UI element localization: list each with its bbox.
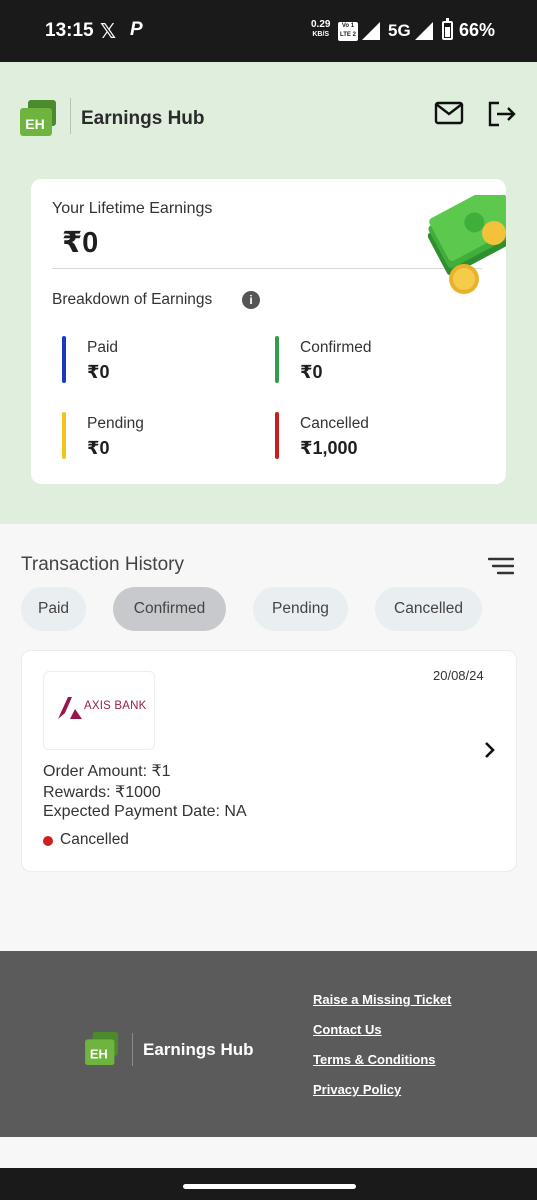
paid-value: ₹0 xyxy=(87,362,110,382)
footer-logo: EH xyxy=(85,1032,119,1065)
confirmed-label: Confirmed xyxy=(300,339,372,356)
battery-icon xyxy=(442,18,453,40)
expected-payment-date: Expected Payment Date: NA xyxy=(43,803,247,820)
transaction-date: 20/08/24 xyxy=(433,668,484,683)
x-logo-icon: 𝕏 xyxy=(100,21,117,43)
pending-indicator-bar xyxy=(62,412,66,459)
net-speed: 0.29 KB/S xyxy=(311,19,331,39)
brand-name: Earnings Hub xyxy=(81,108,205,129)
money-illustration xyxy=(427,195,506,294)
filter-chip-cancelled[interactable]: Cancelled xyxy=(375,587,482,631)
volte-icon: Vo 1 LTE 2 xyxy=(338,22,358,41)
filter-chip-paid[interactable]: Paid xyxy=(21,587,86,631)
axis-bank-logo-icon xyxy=(58,697,82,719)
chevron-right-icon[interactable] xyxy=(483,740,497,760)
paid-indicator-bar xyxy=(62,336,66,383)
svg-text:EH: EH xyxy=(90,1047,108,1062)
card-divider xyxy=(52,268,482,269)
status-text: Cancelled xyxy=(60,831,129,848)
filter-chip-pending[interactable]: Pending xyxy=(253,587,348,631)
raise-missing-ticket-link[interactable]: Raise a Missing Ticket xyxy=(313,992,452,1007)
pending-value: ₹0 xyxy=(87,438,110,458)
earnings-hub-logo[interactable]: EH xyxy=(20,100,58,136)
cancelled-label: Cancelled xyxy=(300,415,369,432)
lifetime-earnings-label: Your Lifetime Earnings xyxy=(52,200,213,217)
svg-text:EH: EH xyxy=(25,116,44,132)
home-gesture-bar[interactable] xyxy=(183,1184,356,1189)
logout-icon[interactable] xyxy=(487,100,517,128)
status-bar: 13:15 𝕏 P 0.29 KB/S Vo 1 LTE 2 5G 66% xyxy=(0,0,537,62)
confirmed-indicator-bar xyxy=(275,336,279,383)
sort-filter-icon[interactable] xyxy=(488,557,514,575)
p-logo-icon: P xyxy=(130,19,143,40)
status-time: 13:15 xyxy=(45,20,94,41)
mail-icon[interactable] xyxy=(434,101,464,125)
contact-us-link[interactable]: Contact Us xyxy=(313,1022,382,1037)
network-type: 5G xyxy=(388,21,411,40)
cancelled-indicator-bar xyxy=(275,412,279,459)
filter-chip-confirmed[interactable]: Confirmed xyxy=(113,587,226,631)
confirmed-value: ₹0 xyxy=(300,362,323,382)
bank-name: AXIS BANK xyxy=(84,700,147,712)
breakdown-label: Breakdown of Earnings xyxy=(52,291,213,308)
cancelled-value: ₹1,000 xyxy=(300,438,358,458)
footer xyxy=(0,951,537,1137)
battery-percent: 66% xyxy=(459,20,496,40)
logo-divider xyxy=(70,98,71,134)
footer-brand: Earnings Hub xyxy=(143,1040,254,1059)
signal-icon xyxy=(362,22,380,40)
pending-label: Pending xyxy=(87,415,144,432)
privacy-policy-link[interactable]: Privacy Policy xyxy=(313,1082,401,1097)
order-amount: Order Amount: ₹1 xyxy=(43,763,171,780)
lifetime-earnings-value: ₹0 xyxy=(62,227,99,259)
terms-conditions-link[interactable]: Terms & Conditions xyxy=(313,1052,436,1067)
paid-label: Paid xyxy=(87,339,119,356)
transaction-history-title: Transaction History xyxy=(21,554,184,575)
rewards-amount: Rewards: ₹1000 xyxy=(43,784,161,801)
signal-icon xyxy=(415,22,433,40)
info-icon[interactable]: i xyxy=(242,291,260,309)
status-dot xyxy=(43,836,53,846)
footer-logo-divider xyxy=(132,1033,133,1066)
